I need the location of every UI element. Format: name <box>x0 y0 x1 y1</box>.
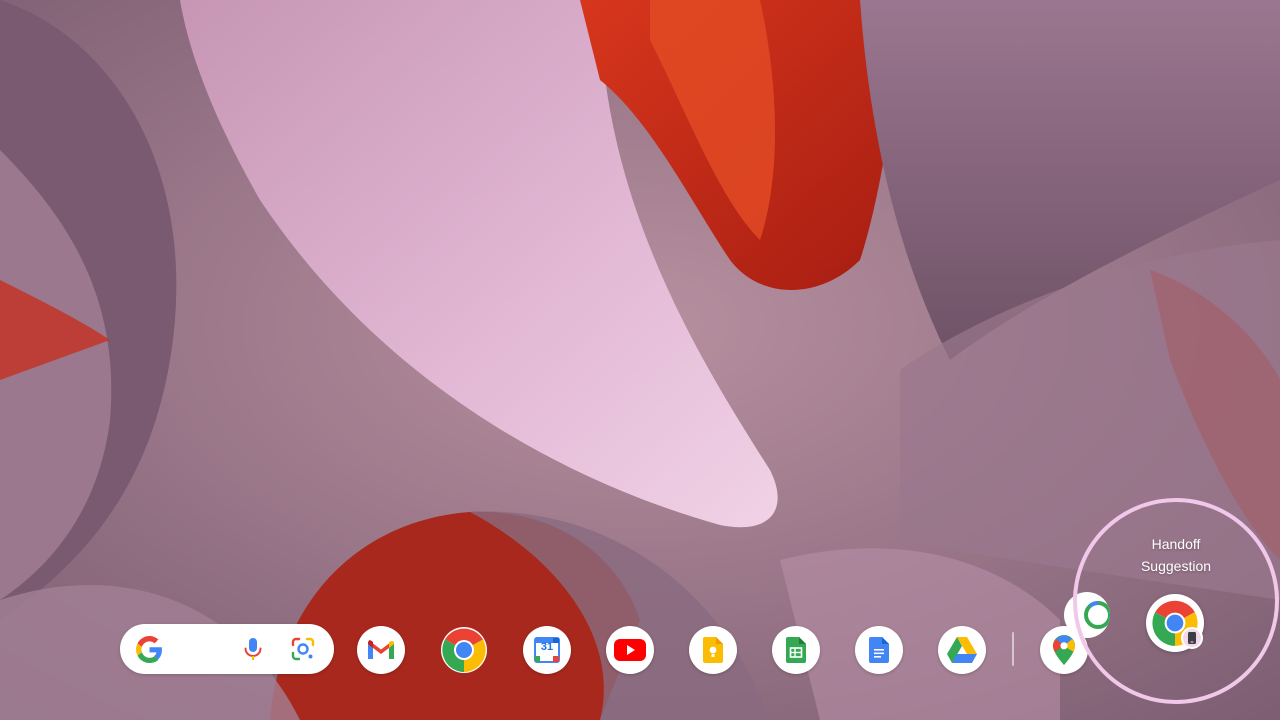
calendar-app-icon[interactable]: 31 <box>523 626 571 674</box>
docs-app-icon[interactable] <box>855 626 903 674</box>
handoff-suggestion-label: Handoff Suggestion <box>1110 533 1242 577</box>
calendar-day-label: 31 <box>540 641 554 653</box>
shelf: 31 Handoff Suggestion <box>0 0 1280 720</box>
shelf-divider <box>1012 632 1014 666</box>
keep-app-icon[interactable] <box>689 626 737 674</box>
google-g-icon <box>136 636 163 663</box>
youtube-app-icon[interactable] <box>606 626 654 674</box>
launcher-search-pill[interactable] <box>120 624 334 674</box>
microphone-icon[interactable] <box>240 636 266 662</box>
lens-icon[interactable] <box>290 636 316 662</box>
handoff-label-line2: Suggestion <box>1140 558 1212 574</box>
gmail-app-icon[interactable] <box>357 626 405 674</box>
handoff-label-line1: Handoff <box>1151 536 1201 552</box>
phone-icon <box>1181 627 1203 649</box>
drive-app-icon[interactable] <box>938 626 986 674</box>
chrome-app-icon[interactable] <box>440 626 488 674</box>
sheets-app-icon[interactable] <box>772 626 820 674</box>
